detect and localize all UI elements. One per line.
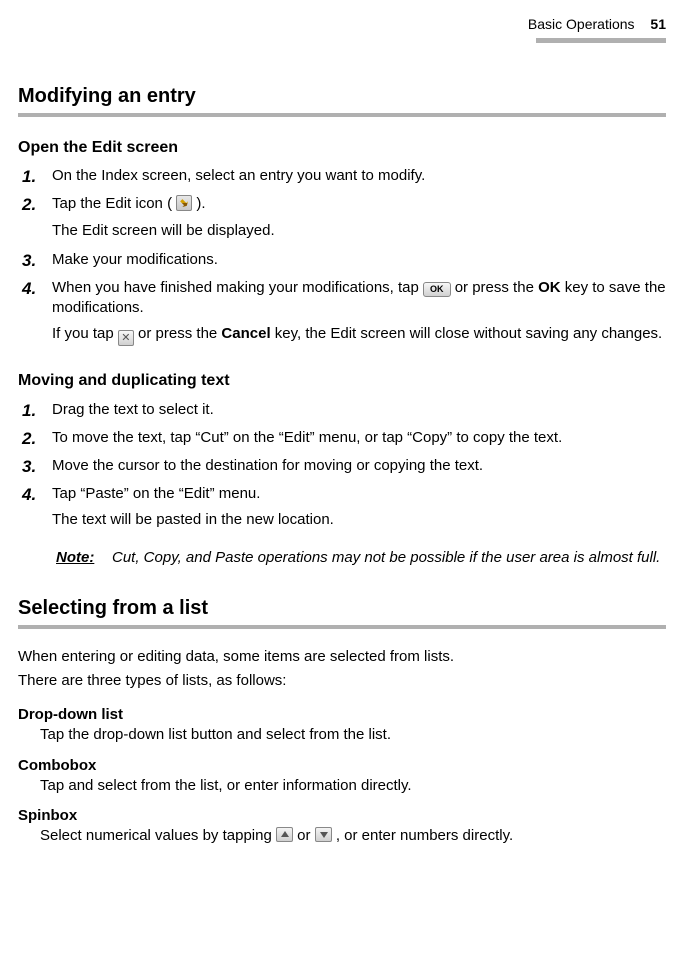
step-number: 1. bbox=[22, 166, 52, 189]
ok-button-icon: OK bbox=[423, 282, 451, 297]
step-text: Drag the text to select it. bbox=[52, 400, 666, 420]
text: or bbox=[297, 827, 315, 844]
note-body: Cut, Copy, and Paste operations may not … bbox=[112, 548, 666, 568]
selecting-intro-1: When entering or editing data, some item… bbox=[18, 647, 666, 667]
spin-down-icon bbox=[315, 827, 332, 842]
dropdown-title: Drop-down list bbox=[18, 705, 666, 725]
spinbox-desc: Select numerical values by tapping or , … bbox=[40, 826, 666, 846]
step-number: 2. bbox=[22, 194, 52, 217]
page-header: Basic Operations 51 bbox=[18, 15, 666, 34]
heading-open-edit-screen: Open the Edit screen bbox=[18, 137, 666, 159]
page-number: 51 bbox=[650, 16, 666, 32]
step-subtext: The text will be pasted in the new locat… bbox=[52, 510, 666, 530]
text: , or enter numbers directly. bbox=[336, 827, 513, 844]
spinbox-title: Spinbox bbox=[18, 806, 666, 826]
text: or press the bbox=[138, 325, 221, 342]
step-text: Make your modifications. bbox=[52, 250, 666, 270]
step-subtext: If you tap ✕ or press the Cancel key, th… bbox=[52, 324, 666, 346]
bold-text: OK bbox=[538, 279, 561, 296]
step-number: 4. bbox=[22, 278, 52, 301]
spin-up-icon bbox=[276, 827, 293, 842]
bold-text: Cancel bbox=[221, 325, 270, 342]
note: Note: Cut, Copy, and Paste operations ma… bbox=[56, 548, 666, 568]
heading-moving-duplicating: Moving and duplicating text bbox=[18, 370, 666, 392]
step-number: 2. bbox=[22, 428, 52, 451]
step-1: 1. Drag the text to select it. bbox=[22, 400, 666, 423]
step-4: 4. When you have finished making your mo… bbox=[22, 278, 666, 351]
text: Select numerical values by tapping bbox=[40, 827, 276, 844]
step-number: 3. bbox=[22, 456, 52, 479]
step-text: To move the text, tap “Cut” on the “Edit… bbox=[52, 428, 666, 448]
step-text: Move the cursor to the destination for m… bbox=[52, 456, 666, 476]
step-text: Tap “Paste” on the “Edit” menu. The text… bbox=[52, 484, 666, 535]
text: ). bbox=[196, 195, 205, 212]
step-3: 3. Make your modifications. bbox=[22, 250, 666, 273]
edit-icon bbox=[176, 195, 192, 211]
dropdown-desc: Tap the drop-down list button and select… bbox=[40, 725, 666, 745]
text: Tap the Edit icon ( bbox=[52, 195, 172, 212]
step-4: 4. Tap “Paste” on the “Edit” menu. The t… bbox=[22, 484, 666, 535]
step-number: 3. bbox=[22, 250, 52, 273]
heading-selecting-from-list: Selecting from a list bbox=[18, 595, 666, 629]
combobox-title: Combobox bbox=[18, 756, 666, 776]
step-number: 1. bbox=[22, 400, 52, 423]
header-section: Basic Operations bbox=[528, 16, 635, 32]
cancel-icon: ✕ bbox=[118, 330, 134, 346]
open-edit-steps: 1. On the Index screen, select an entry … bbox=[22, 166, 666, 350]
header-rule bbox=[536, 38, 666, 43]
step-text: On the Index screen, select an entry you… bbox=[52, 166, 666, 186]
step-3: 3. Move the cursor to the destination fo… bbox=[22, 456, 666, 479]
step-text: When you have finished making your modif… bbox=[52, 278, 666, 351]
step-subtext: The Edit screen will be displayed. bbox=[52, 221, 666, 241]
step-2: 2. To move the text, tap “Cut” on the “E… bbox=[22, 428, 666, 451]
moving-steps: 1. Drag the text to select it. 2. To mov… bbox=[22, 400, 666, 569]
heading-modifying-entry: Modifying an entry bbox=[18, 83, 666, 117]
step-text: Tap the Edit icon ( ). The Edit screen w… bbox=[52, 194, 666, 245]
note-label: Note: bbox=[56, 548, 106, 568]
step-2: 2. Tap the Edit icon ( ). The Edit scree… bbox=[22, 194, 666, 245]
step-number: 4. bbox=[22, 484, 52, 507]
text: If you tap bbox=[52, 325, 118, 342]
combobox-desc: Tap and select from the list, or enter i… bbox=[40, 776, 666, 796]
step-1: 1. On the Index screen, select an entry … bbox=[22, 166, 666, 189]
text: Tap “Paste” on the “Edit” menu. bbox=[52, 485, 260, 502]
text: or press the bbox=[455, 279, 538, 296]
selecting-intro-2: There are three types of lists, as follo… bbox=[18, 671, 666, 691]
text: When you have finished making your modif… bbox=[52, 279, 423, 296]
text: key, the Edit screen will close without … bbox=[271, 325, 663, 342]
